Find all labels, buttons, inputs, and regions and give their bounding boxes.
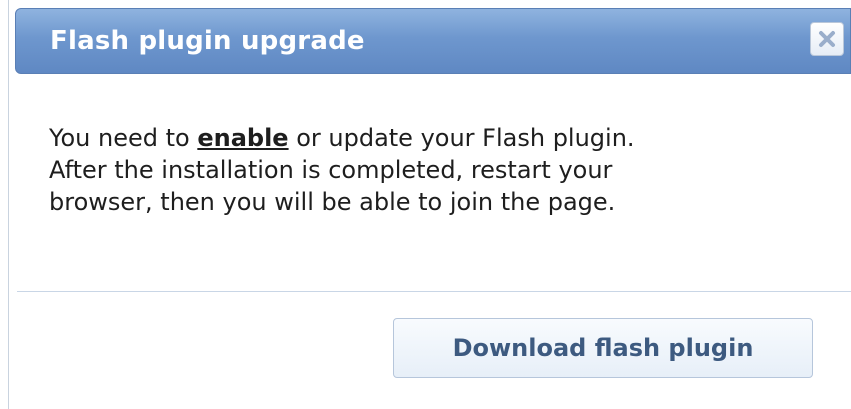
dialog-title: Flash plugin upgrade [50, 26, 365, 56]
dialog-message: You need to enable or update your Flash … [49, 122, 809, 218]
message-line-1: You need to enable or update your Flash … [49, 122, 809, 154]
message-line-3: browser, then you will be able to join t… [49, 188, 616, 216]
message-line-2: After the installation is completed, res… [49, 156, 613, 184]
dialog-titlebar: Flash plugin upgrade [15, 8, 851, 74]
download-flash-plugin-button[interactable]: Download flash plugin [393, 318, 813, 378]
close-button[interactable] [810, 22, 844, 56]
dialog-divider [17, 291, 851, 292]
enable-link[interactable]: enable [197, 124, 288, 152]
flash-upgrade-dialog: Flash plugin upgrade You need to enable … [8, 0, 851, 409]
message-line-1-start: You need to [49, 124, 198, 152]
message-line-1-end: or update your Flash plugin. [288, 124, 635, 152]
close-icon [818, 30, 836, 48]
